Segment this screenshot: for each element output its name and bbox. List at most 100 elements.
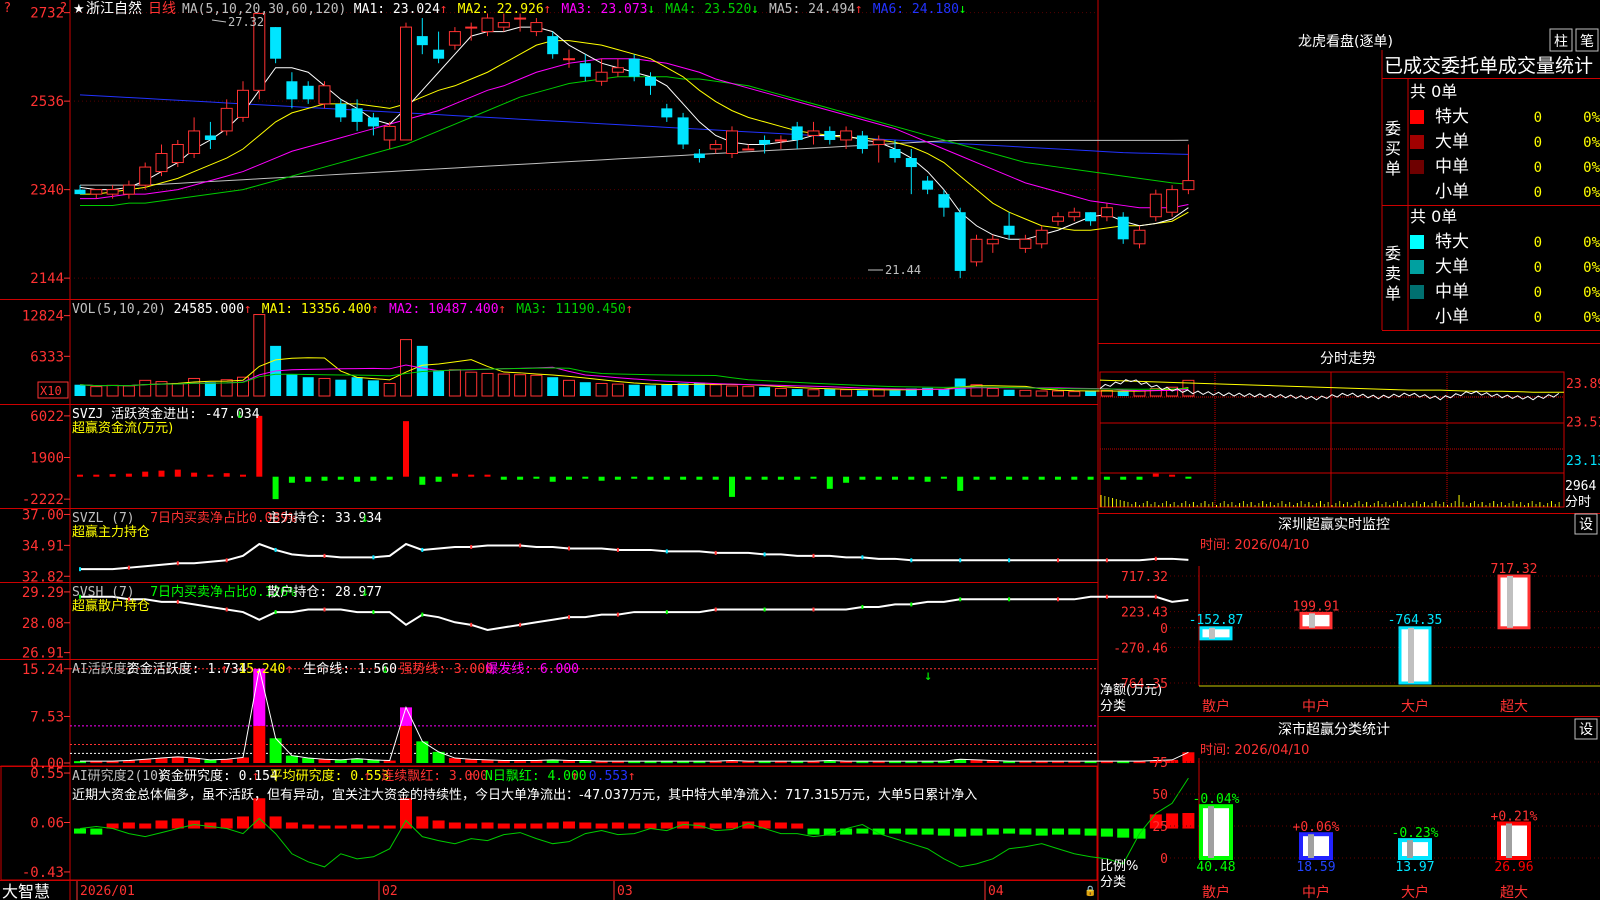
stock-name[interactable]: 浙江自然 bbox=[86, 0, 142, 17]
svzl-legend-arrow: ↓ bbox=[361, 511, 369, 526]
classify-y-tick: 75 bbox=[1152, 756, 1168, 771]
ai-research-legend-arrow: ↑ bbox=[571, 769, 579, 784]
price-legend-item: MA6: 24.180 bbox=[873, 2, 959, 17]
svsh-legend-arrow: ↓ bbox=[361, 585, 369, 600]
svzj-bar bbox=[1136, 476, 1143, 480]
volume-bar bbox=[106, 384, 119, 397]
ai-research-bar bbox=[1117, 828, 1130, 838]
candle bbox=[742, 148, 755, 151]
buy-row-name: 中单 bbox=[1435, 157, 1469, 177]
period-label[interactable]: 日线 bbox=[148, 1, 176, 17]
volume-legend-item: 24585.000 bbox=[174, 302, 244, 317]
buy-swatch bbox=[1410, 110, 1424, 124]
ai-research-legend-item: 平均研究度: 0.553 bbox=[270, 768, 390, 784]
price-y-tick: 2340 bbox=[30, 183, 64, 199]
volume-bar bbox=[1035, 390, 1048, 397]
ai-research-bar bbox=[416, 816, 429, 829]
buy-row-count: 0 bbox=[1534, 135, 1542, 151]
volume-bar bbox=[400, 339, 412, 397]
volume-bar bbox=[335, 379, 347, 396]
volume-bar bbox=[220, 379, 233, 397]
classify-bar-shade bbox=[1208, 806, 1214, 858]
volume-bar bbox=[840, 389, 853, 397]
brand-label: 大智慧 bbox=[2, 882, 50, 900]
high-label: 27.32 bbox=[228, 15, 264, 29]
candle bbox=[90, 189, 103, 195]
candle bbox=[1149, 193, 1162, 218]
svzj-y-tick: -2222 bbox=[22, 492, 64, 508]
svzl-legend: SVZL (7) 7日内买卖净占比0.089%主力持仓: 33.934↓ bbox=[72, 510, 382, 526]
volume-legend-item: MA3: 11190.450 bbox=[516, 302, 626, 317]
svzl-point bbox=[568, 546, 570, 551]
monitor-value-label: -764.35 bbox=[1388, 613, 1443, 628]
volume-bar bbox=[856, 390, 868, 396]
ai-research-bar bbox=[285, 822, 298, 829]
classify-category: 散户 bbox=[1202, 884, 1230, 900]
ai-research-bar bbox=[220, 818, 233, 829]
lock-icon[interactable]: 🔒 bbox=[1084, 885, 1096, 897]
svzl-point bbox=[176, 561, 179, 566]
svzj-bar bbox=[582, 476, 589, 479]
ai-activity-down-arrow: ↓ bbox=[924, 668, 932, 684]
ai-research-bar bbox=[155, 820, 168, 829]
svzl-point bbox=[665, 549, 668, 554]
svzj-bars bbox=[77, 415, 1192, 500]
svzl-point bbox=[1008, 558, 1011, 563]
candle bbox=[188, 130, 201, 155]
buy-row-name: 大单 bbox=[1435, 132, 1469, 152]
svsh-point bbox=[1154, 594, 1157, 599]
volume-bar bbox=[824, 389, 836, 396]
buy-side-label: 委 bbox=[1385, 119, 1401, 138]
volume-bar bbox=[481, 372, 494, 397]
svzl-point bbox=[861, 555, 864, 560]
svzj-bar bbox=[1152, 473, 1159, 477]
ai-research-bar bbox=[840, 828, 853, 835]
ai-activity-y-tick: 15.24 bbox=[22, 662, 64, 678]
classify-value-label: 18.59 bbox=[1296, 860, 1335, 875]
svzj-bar bbox=[957, 476, 964, 491]
sell-row-pct: 0% bbox=[1583, 260, 1600, 276]
svsh-point bbox=[959, 597, 962, 602]
ai-research-bar bbox=[579, 822, 592, 829]
svzj-bar bbox=[207, 474, 214, 477]
sell-side-label: 委 bbox=[1385, 244, 1401, 263]
volume-bar bbox=[286, 374, 298, 396]
classify-change-label: +0.06% bbox=[1293, 820, 1340, 835]
volume-legend-item: VOL(5,10,20) bbox=[72, 302, 166, 317]
chart-canvas: 2732253623402144 27.32 21.44 ? ? ★ 浙江自然 … bbox=[0, 0, 1600, 900]
candle bbox=[106, 189, 119, 195]
volume-legend-arrow: ↑ bbox=[498, 302, 506, 317]
svzj-bar bbox=[794, 476, 801, 480]
svzl-y-axis: 37.00 34.91 32.82 bbox=[22, 507, 70, 585]
ai-research-bar bbox=[90, 828, 103, 835]
ai-activity-bar bbox=[253, 725, 266, 763]
price-legend-item: MA5: 24.494 bbox=[769, 2, 855, 17]
svzj-bar bbox=[142, 471, 149, 477]
dragon-tabs[interactable]: 已成交委托单成交量统计 bbox=[1384, 55, 1593, 77]
price-grid bbox=[70, 12, 1098, 279]
monitor-bar bbox=[1497, 574, 1531, 630]
ai-research-bar bbox=[448, 822, 461, 829]
sell-row-name: 小单 bbox=[1435, 307, 1469, 327]
candle bbox=[824, 130, 836, 140]
svsh-point bbox=[861, 604, 864, 609]
volume-bar bbox=[774, 387, 787, 397]
classify-chart: 75 50 25 0 -0.04% 40.48 散户 +0.06% 18.59 中户 -0.23% 1… bbox=[1152, 756, 1600, 900]
candle bbox=[595, 71, 608, 82]
svsh-point bbox=[519, 622, 522, 627]
svzj-bar bbox=[680, 476, 687, 480]
volume-bar bbox=[872, 389, 885, 397]
classify-bar-shade bbox=[1308, 834, 1314, 858]
sell-row-pct: 0% bbox=[1583, 235, 1600, 251]
classify-y-tick: 25 bbox=[1152, 820, 1168, 835]
ai-research-bar bbox=[774, 822, 787, 829]
ai-research-bar bbox=[1182, 813, 1195, 829]
candle bbox=[1182, 180, 1195, 191]
dragon-panel: 龙虎看盘(逐单) 柱 笔 已成交委托单成交量统计 共 0单委买单特大 0 0%大单 0… bbox=[1298, 28, 1600, 327]
volume-bar bbox=[661, 384, 673, 396]
svzl-point bbox=[1154, 556, 1157, 561]
ai-research-bar bbox=[563, 821, 575, 829]
volume-bar bbox=[448, 369, 461, 397]
svzl-point bbox=[470, 544, 473, 549]
ai-research-bar bbox=[318, 825, 331, 829]
